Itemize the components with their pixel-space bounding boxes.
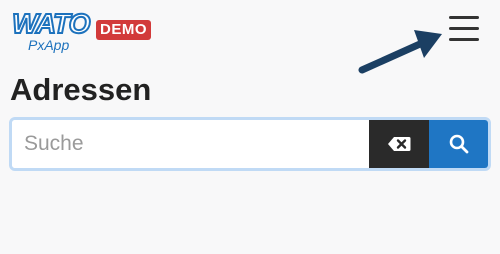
search-group [9, 117, 491, 171]
logo-main-text: WATO [11, 8, 91, 39]
demo-badge: DEMO [96, 20, 151, 40]
hamburger-menu-icon [449, 16, 479, 19]
page-title: Adressen [10, 72, 152, 107]
search-button[interactable] [429, 120, 488, 168]
logo-sub-text: PxApp [28, 37, 70, 53]
wato-logo: WATO PxApp [11, 8, 92, 54]
backspace-clear-icon [388, 137, 411, 151]
pointer-arrow-icon [358, 30, 442, 74]
search-icon [449, 134, 468, 154]
hamburger-menu-bar [449, 27, 479, 30]
clear-search-button[interactable] [369, 120, 429, 168]
hamburger-menu-bar [449, 38, 479, 41]
hamburger-menu-button[interactable] [446, 16, 482, 48]
search-input[interactable] [12, 120, 369, 168]
